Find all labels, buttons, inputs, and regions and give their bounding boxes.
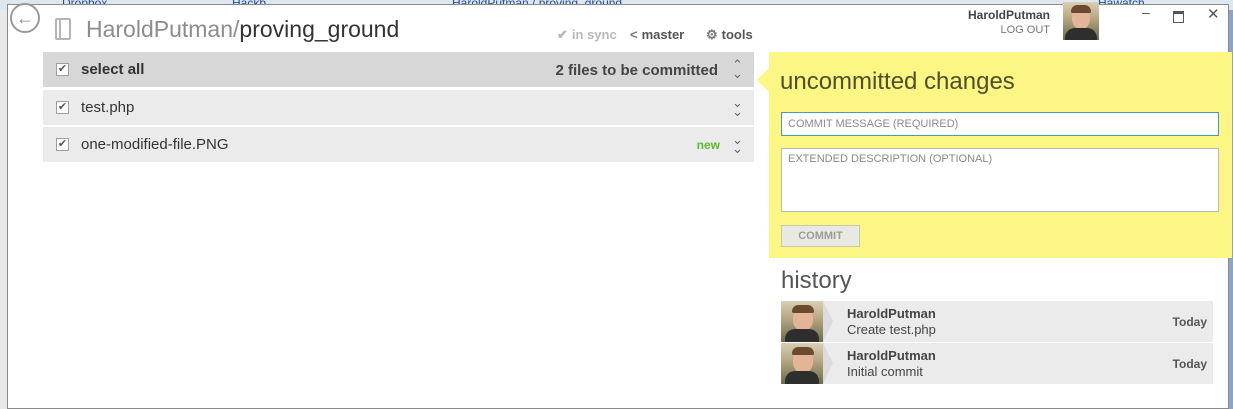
tools-label: tools xyxy=(721,27,753,42)
commit-panel-pointer xyxy=(757,68,769,92)
history-date: Today xyxy=(1172,315,1207,329)
sync-status[interactable]: ✔ in sync xyxy=(557,27,617,43)
close-button[interactable]: ✕ xyxy=(1207,5,1220,23)
branch-icon: < xyxy=(630,27,638,42)
history-item[interactable]: HaroldPutman Create test.php Today xyxy=(781,301,1213,342)
file-checkbox[interactable]: ✔ xyxy=(56,138,69,151)
sync-label: in sync xyxy=(571,27,617,42)
branch-selector[interactable]: < master xyxy=(630,27,684,42)
history-notch xyxy=(823,301,833,342)
file-name: one-modified-file.PNG xyxy=(81,136,229,153)
file-row[interactable]: ✔ one-modified-file.PNG new ⌄ ⌄ xyxy=(43,127,754,162)
branch-label: master xyxy=(641,27,685,42)
logout-link[interactable]: LOG OUT xyxy=(960,24,1050,36)
checkmark-icon: ✔ xyxy=(57,138,68,150)
gear-icon: ⚙ xyxy=(706,27,718,42)
back-arrow-icon[interactable]: ← xyxy=(10,3,40,33)
select-all-row[interactable]: ✔ select all 2 files to be committed ⌃ ⌄ xyxy=(43,52,754,87)
history-author: HaroldPutman xyxy=(847,348,936,363)
commit-count: 2 files to be committed xyxy=(555,62,718,79)
file-name: test.php xyxy=(81,99,135,116)
check-icon: ✔ xyxy=(557,27,568,42)
history-notch xyxy=(823,343,833,384)
repo-icon xyxy=(55,18,71,40)
avatar[interactable] xyxy=(1063,2,1099,40)
history-date: Today xyxy=(1172,357,1207,371)
history-author: HaroldPutman xyxy=(847,306,936,321)
tools-menu[interactable]: ⚙ tools xyxy=(706,27,753,43)
history-message: Create test.php xyxy=(847,322,936,337)
history-title: history xyxy=(781,267,852,294)
repo-owner[interactable]: HaroldPutman/ xyxy=(86,16,239,42)
minimize-button[interactable]: – xyxy=(1142,4,1150,20)
history-item[interactable]: HaroldPutman Initial commit Today xyxy=(781,343,1213,384)
avatar xyxy=(781,301,823,342)
commit-button[interactable]: COMMIT xyxy=(781,225,860,247)
user-name: HaroldPutman xyxy=(967,8,1050,22)
checkmark-icon: ✔ xyxy=(57,101,68,113)
checkmark-icon: ✔ xyxy=(57,63,68,75)
page-title: HaroldPutman/proving_ground xyxy=(86,16,399,43)
repo-name: proving_ground xyxy=(239,16,400,42)
select-all-checkbox[interactable]: ✔ xyxy=(56,63,69,76)
chevron-double-icon[interactable]: ⌄ ⌄ xyxy=(732,133,743,155)
commit-panel-title: uncommitted changes xyxy=(780,68,1015,95)
commit-message-input[interactable] xyxy=(781,112,1219,136)
chevron-double-icon[interactable]: ⌄ ⌄ xyxy=(732,96,743,118)
history-message: Initial commit xyxy=(847,364,923,379)
select-all-label: select all xyxy=(81,61,145,78)
maximize-button[interactable] xyxy=(1173,11,1184,23)
file-row[interactable]: ✔ test.php ⌄ ⌄ xyxy=(43,90,754,125)
sort-toggle-icon[interactable]: ⌃ ⌄ xyxy=(732,58,743,80)
status-badge: new xyxy=(696,138,720,152)
avatar xyxy=(781,343,823,384)
file-checkbox[interactable]: ✔ xyxy=(56,101,69,114)
commit-description-input[interactable] xyxy=(781,148,1219,212)
